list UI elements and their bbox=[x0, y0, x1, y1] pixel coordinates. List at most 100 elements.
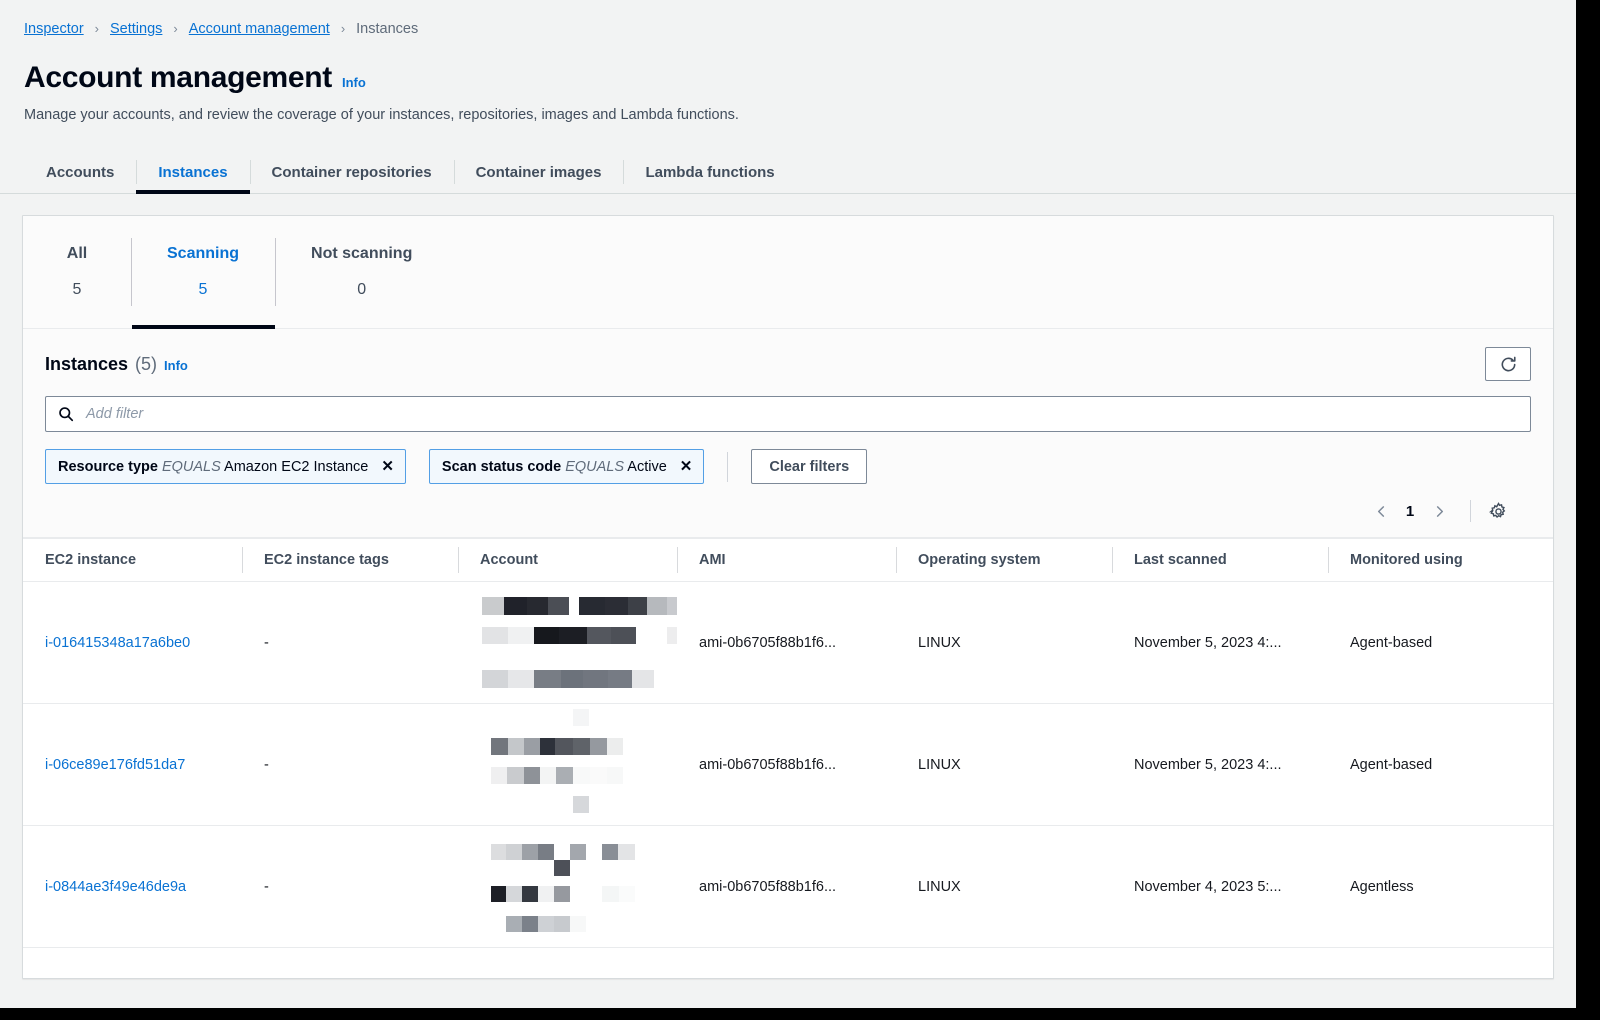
segment-all-count: 5 bbox=[72, 281, 82, 298]
cell-operating-system: LINUX bbox=[896, 825, 1112, 948]
redacted-account-value bbox=[480, 825, 670, 947]
filter-input-placeholder: Add filter bbox=[86, 406, 144, 422]
breadcrumb-separator-icon: › bbox=[94, 21, 99, 36]
cell-monitored-using: Agentless bbox=[1328, 825, 1553, 948]
cell-account bbox=[458, 703, 677, 826]
table-header-row: EC2 instance EC2 instance tags Account A… bbox=[23, 538, 1553, 582]
token-operator: EQUALS bbox=[565, 458, 625, 475]
cell-ec2-instance: i-0844ae3f49e46de9a bbox=[23, 825, 242, 948]
gear-icon bbox=[1488, 501, 1508, 521]
cell-ami: ami-0b6705f88b1f6... bbox=[677, 703, 896, 826]
pagination-divider bbox=[1470, 500, 1471, 522]
token-value: Active bbox=[627, 458, 667, 475]
pagination-prev-button[interactable] bbox=[1366, 496, 1396, 526]
tab-list: Accounts Instances Container repositorie… bbox=[24, 151, 1552, 194]
token-value: Amazon EC2 Instance bbox=[224, 458, 369, 475]
page-root: Inspector › Settings › Account managemen… bbox=[0, 0, 1576, 1008]
pagination: 1 bbox=[45, 484, 1531, 537]
table-title-count: (5) bbox=[135, 353, 158, 374]
token-property: Scan status code bbox=[441, 458, 562, 475]
segment-not-scanning-label: Not scanning bbox=[311, 245, 413, 262]
table-preferences-button[interactable] bbox=[1483, 496, 1513, 526]
breadcrumb: Inspector › Settings › Account managemen… bbox=[0, 0, 1576, 40]
segment-scanning-count: 5 bbox=[198, 281, 208, 298]
table-title-text: Instances bbox=[45, 353, 129, 374]
chevron-right-icon bbox=[1433, 505, 1446, 518]
cell-monitored-using: Agent-based bbox=[1328, 703, 1553, 826]
column-header-ec2-instance[interactable]: EC2 instance bbox=[23, 538, 242, 582]
segment-not-scanning[interactable]: Not scanning 0 bbox=[275, 216, 448, 328]
close-icon[interactable]: ✕ bbox=[680, 459, 693, 474]
page-title: Account management bbox=[24, 61, 332, 94]
cell-ec2-instance: i-06ce89e176fd51da7 bbox=[23, 703, 242, 826]
cell-ami: ami-0b6705f88b1f6... bbox=[677, 825, 896, 948]
column-header-monitored-using[interactable]: Monitored using bbox=[1328, 538, 1553, 582]
cell-monitored-using: Agent-based bbox=[1328, 581, 1553, 704]
cell-ami: ami-0b6705f88b1f6... bbox=[677, 581, 896, 704]
table-row[interactable]: i-06ce89e176fd51da7 - ami-0b6705f88b1f6.… bbox=[23, 703, 1553, 826]
segment-not-scanning-count: 0 bbox=[357, 281, 367, 298]
table-info-link[interactable]: Info bbox=[164, 358, 188, 373]
refresh-button[interactable] bbox=[1485, 347, 1531, 381]
close-icon[interactable]: ✕ bbox=[381, 459, 394, 474]
filter-token-scan-status-code: Scan status code EQUALS Active ✕ bbox=[428, 449, 705, 484]
instances-card: All 5 Scanning 5 Not scanning 0 Instance… bbox=[22, 215, 1554, 979]
table-row[interactable]: i-016415348a17a6be0 - ami-0b6705f88b1f6.… bbox=[23, 581, 1553, 704]
breadcrumb-item-inspector[interactable]: Inspector bbox=[24, 21, 84, 37]
table-toolbar: Instances (5) Info Add filter Resource t… bbox=[23, 329, 1553, 538]
page-title-row: Account management Info bbox=[24, 61, 1552, 94]
cell-last-scanned: November 5, 2023 4:... bbox=[1112, 581, 1328, 704]
segment-scanning[interactable]: Scanning 5 bbox=[131, 216, 276, 329]
column-header-account[interactable]: Account bbox=[458, 538, 677, 582]
cell-account bbox=[458, 581, 677, 704]
table-body: i-016415348a17a6be0 - ami-0b6705f88b1f6.… bbox=[23, 581, 1553, 948]
instance-link[interactable]: i-0844ae3f49e46de9a bbox=[45, 879, 186, 895]
column-header-last-scanned[interactable]: Last scanned bbox=[1112, 538, 1328, 582]
tab-container-repositories[interactable]: Container repositories bbox=[249, 151, 454, 193]
tab-accounts[interactable]: Accounts bbox=[24, 151, 136, 193]
token-operator: EQUALS bbox=[161, 458, 221, 475]
cell-ec2-instance-tags: - bbox=[242, 581, 458, 704]
instances-table: EC2 instance EC2 instance tags Account A… bbox=[23, 538, 1553, 948]
breadcrumb-separator-icon: › bbox=[340, 21, 346, 36]
tab-instances[interactable]: Instances bbox=[136, 151, 250, 194]
tab-container-images[interactable]: Container images bbox=[453, 151, 624, 193]
segment-all[interactable]: All 5 bbox=[23, 216, 131, 328]
pagination-next-button[interactable] bbox=[1424, 496, 1454, 526]
tab-lambda-functions[interactable]: Lambda functions bbox=[623, 151, 796, 193]
cell-account bbox=[458, 825, 677, 948]
clear-filters-button[interactable]: Clear filters bbox=[751, 449, 868, 484]
redacted-account-value bbox=[480, 582, 677, 703]
cell-ec2-instance-tags: - bbox=[242, 703, 458, 826]
cell-ec2-instance: i-016415348a17a6be0 bbox=[23, 581, 242, 704]
filter-input-wrapper[interactable]: Add filter bbox=[45, 396, 1531, 432]
segment-all-label: All bbox=[66, 245, 88, 262]
filter-token-list: Resource type EQUALS Amazon EC2 Instance… bbox=[45, 449, 1531, 484]
cell-operating-system: LINUX bbox=[896, 703, 1112, 826]
column-header-ec2-instance-tags[interactable]: EC2 instance tags bbox=[242, 538, 458, 582]
filter-token-resource-type: Resource type EQUALS Amazon EC2 Instance… bbox=[45, 449, 406, 484]
search-icon bbox=[58, 406, 74, 422]
column-header-ami[interactable]: AMI bbox=[677, 538, 896, 582]
breadcrumb-item-settings[interactable]: Settings bbox=[110, 21, 162, 37]
table-toolbar-top: Instances (5) Info bbox=[45, 347, 1531, 381]
tabs-container: Accounts Instances Container repositorie… bbox=[0, 151, 1576, 194]
token-property: Resource type bbox=[58, 458, 158, 475]
segment-scanning-label: Scanning bbox=[167, 245, 240, 262]
column-header-operating-system[interactable]: Operating system bbox=[896, 538, 1112, 582]
page-info-link[interactable]: Info bbox=[342, 75, 366, 90]
breadcrumb-item-account-management[interactable]: Account management bbox=[189, 21, 330, 37]
table-title: Instances (5) Info bbox=[45, 354, 188, 375]
pagination-page-1[interactable]: 1 bbox=[1396, 503, 1424, 520]
table-header-row-group: EC2 instance EC2 instance tags Account A… bbox=[23, 538, 1553, 582]
token-divider bbox=[727, 451, 729, 482]
filter-token-scan-status-code-text: Scan status code EQUALS Active bbox=[442, 459, 667, 475]
chevron-left-icon bbox=[1375, 505, 1388, 518]
instance-link[interactable]: i-016415348a17a6be0 bbox=[45, 635, 190, 651]
cell-ec2-instance-tags: - bbox=[242, 825, 458, 948]
scan-status-segment-control: All 5 Scanning 5 Not scanning 0 bbox=[23, 216, 1553, 329]
cell-operating-system: LINUX bbox=[896, 581, 1112, 704]
instance-link[interactable]: i-06ce89e176fd51da7 bbox=[45, 757, 185, 773]
cell-last-scanned: November 4, 2023 5:... bbox=[1112, 825, 1328, 948]
table-row[interactable]: i-0844ae3f49e46de9a - ami-0b6705f88b1f6.… bbox=[23, 825, 1553, 948]
